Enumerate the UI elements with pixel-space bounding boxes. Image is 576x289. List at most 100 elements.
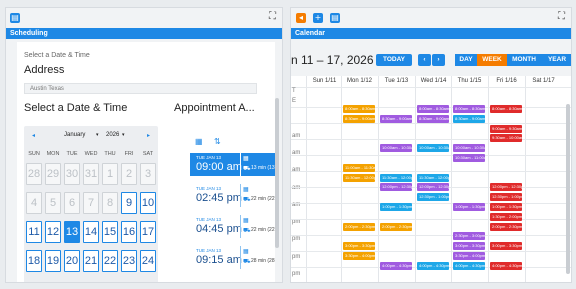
calendar-day[interactable]: 16 <box>121 221 137 243</box>
expand-icon[interactable]: ⛶ <box>269 11 276 22</box>
hour-line <box>291 219 571 220</box>
calendar-event[interactable]: 11:30am - 12:00pm <box>380 173 412 182</box>
slot-time: 04:45 pm <box>196 223 242 235</box>
slot-divider <box>240 246 241 269</box>
view-week-button[interactable]: WEEK <box>477 54 507 66</box>
calendar-day[interactable]: 13 <box>64 221 80 243</box>
hour-line <box>291 139 571 140</box>
calendar-event[interactable]: 8:00am - 8:30am <box>417 105 449 113</box>
calendar-event[interactable]: 12:00pm - 12:30pm <box>490 183 522 192</box>
calendar-icon: ▦ <box>243 249 249 255</box>
appointment-slot[interactable]: TUE JAN 1304:45 pm▦ ⛟22 min (22 mi) <box>190 215 275 238</box>
prev-month-button[interactable]: ◂ <box>32 132 35 139</box>
calendar-event[interactable]: 8:30am - 9:00am <box>417 114 449 123</box>
drive-time: 13 min (13 mi) <box>251 165 275 171</box>
calendar-day[interactable]: 11 <box>26 221 42 243</box>
calendar-event[interactable]: 9:00am - 9:30am <box>490 124 522 133</box>
calendar-event[interactable]: 11:00am - 11:30am <box>343 163 375 172</box>
add-icon[interactable]: + <box>313 13 323 23</box>
calendar-event[interactable]: 3:30pm - 4:00pm <box>343 252 375 260</box>
calendar-day[interactable]: 17 <box>140 221 156 243</box>
calendar-icon: ▦ <box>243 187 249 193</box>
next-week-button[interactable]: › <box>432 54 445 66</box>
view-year-button[interactable]: YEAR <box>541 54 571 66</box>
calendar-event[interactable]: 8:30am - 9:00am <box>343 114 375 123</box>
calendar-day[interactable]: 12 <box>45 221 61 243</box>
today-button[interactable]: TODAY <box>376 54 412 66</box>
calendar-day[interactable]: 22 <box>102 250 118 272</box>
weekday-header: SAT <box>142 151 154 157</box>
month-caret-icon: ▾ <box>96 132 99 138</box>
calendar-event[interactable]: 4:00pm - 4:30pm <box>417 261 449 270</box>
calendar-event[interactable]: 12:30pm - 1:00pm <box>417 193 449 202</box>
view-month-button[interactable]: MONTH <box>507 54 541 66</box>
calendar-event[interactable]: 11:30am - 12:00pm <box>343 173 375 182</box>
slot-date: TUE JAN 13 <box>196 217 222 222</box>
car-icon: ⛟ <box>243 228 251 234</box>
calendar-event[interactable]: 10:00am - 10:30am <box>380 144 412 153</box>
calendar-event[interactable]: 8:00am - 8:30am <box>343 105 375 113</box>
scrollbar[interactable] <box>566 104 570 274</box>
calendar-event[interactable]: 2:00pm - 2:30pm <box>380 222 412 231</box>
calendar-event[interactable]: 9:30am - 10:00am <box>490 134 522 143</box>
calendar-view-icon[interactable]: ▦ <box>195 137 203 146</box>
calendar-event[interactable]: 8:30am - 9:00am <box>453 114 485 123</box>
calendar-event[interactable]: 3:00pm - 3:30pm <box>490 242 522 251</box>
calendar-event[interactable]: 8:00am - 8:30am <box>453 105 485 113</box>
calendar-event[interactable]: 4:00pm - 4:30pm <box>453 261 485 270</box>
appointment-slot[interactable]: TUE JAN 1309:15 am▦ ⛟28 min (28 mi) <box>190 246 275 269</box>
month-select[interactable]: January <box>64 132 85 138</box>
view-day-button[interactable]: DAY <box>455 54 477 66</box>
hour-line <box>291 171 571 172</box>
calendar-event[interactable]: 12:30pm - 1:00pm <box>490 193 522 202</box>
panel-icon[interactable]: ◂ <box>296 13 306 23</box>
year-select[interactable]: 2026 <box>106 132 119 138</box>
calendar-event[interactable]: 1:00pm - 1:30pm <box>453 203 485 211</box>
panel-icon[interactable]: ▤ <box>10 13 20 23</box>
next-month-button[interactable]: ▸ <box>147 132 150 139</box>
calendar-event[interactable]: 8:00am - 8:30am <box>490 105 522 113</box>
calendar-day[interactable]: 21 <box>83 250 99 272</box>
calendar-event[interactable]: 8:30am - 9:00am <box>380 114 412 123</box>
calendar-event[interactable]: 12:00pm - 12:30pm <box>417 183 449 192</box>
scrollbar[interactable] <box>275 98 279 248</box>
calendar-day[interactable]: 19 <box>45 250 61 272</box>
calendar-event[interactable]: 10:30am - 11:00am <box>453 154 485 162</box>
calendar-event[interactable]: 1:00pm - 1:30pm <box>490 203 522 211</box>
scheduling-toolbar: ▤ ⛶ <box>6 8 282 28</box>
calendar-event[interactable]: 1:30pm - 2:00pm <box>490 212 522 221</box>
calendar-event[interactable]: 3:00pm - 3:30pm <box>453 242 485 251</box>
appointment-slot[interactable]: TUE JAN 1309:00 am▦ ⛟13 min (13 mi) <box>190 153 275 176</box>
panel-icon[interactable]: ▤ <box>330 13 340 23</box>
appointment-slot[interactable]: TUE JAN 1302:45 pm▦ ⛟22 min (22 mi) <box>190 184 275 207</box>
address-input[interactable]: Austin Texas <box>24 83 257 94</box>
hour-line <box>291 203 571 204</box>
sort-icon[interactable]: ⇅ <box>214 137 221 146</box>
calendar-event[interactable]: 2:00pm - 2:30pm <box>343 222 375 231</box>
calendar-day[interactable]: 18 <box>26 250 42 272</box>
calendar-day[interactable]: 14 <box>83 221 99 243</box>
expand-icon[interactable]: ⛶ <box>558 11 565 22</box>
calendar-day: 30 <box>64 163 80 185</box>
calendar-event[interactable]: 3:00pm - 3:30pm <box>343 242 375 251</box>
calendar-day[interactable]: 15 <box>102 221 118 243</box>
calendar-day[interactable]: 20 <box>64 250 80 272</box>
calendar-day[interactable]: 10 <box>140 192 156 214</box>
calendar-event[interactable]: 3:30pm - 4:00pm <box>453 252 485 260</box>
time-label: pm <box>292 254 301 260</box>
calendar-event[interactable]: 2:30pm - 3:00pm <box>453 232 485 241</box>
calendar-event[interactable]: 12:00pm - 12:30pm <box>380 183 412 192</box>
slot-divider <box>240 215 241 238</box>
calendar-event[interactable]: 2:00pm - 2:30pm <box>490 222 522 231</box>
calendar-event[interactable]: 10:00am - 10:30am <box>417 144 449 153</box>
calendar-event[interactable]: 4:00pm - 4:30pm <box>490 261 522 270</box>
calendar-event[interactable]: 4:00pm - 4:30pm <box>380 261 412 270</box>
calendar-day[interactable]: 24 <box>140 250 156 272</box>
calendar-event[interactable]: 10:00am - 10:30am <box>453 144 485 153</box>
calendar-day[interactable]: 9 <box>121 192 137 214</box>
calendar-event[interactable]: 11:30am - 12:00pm <box>417 173 449 182</box>
calendar-event[interactable]: 1:00pm - 1:30pm <box>380 203 412 211</box>
slot-date: TUE JAN 13 <box>196 186 222 191</box>
calendar-day[interactable]: 23 <box>121 250 137 272</box>
prev-week-button[interactable]: ‹ <box>418 54 431 66</box>
